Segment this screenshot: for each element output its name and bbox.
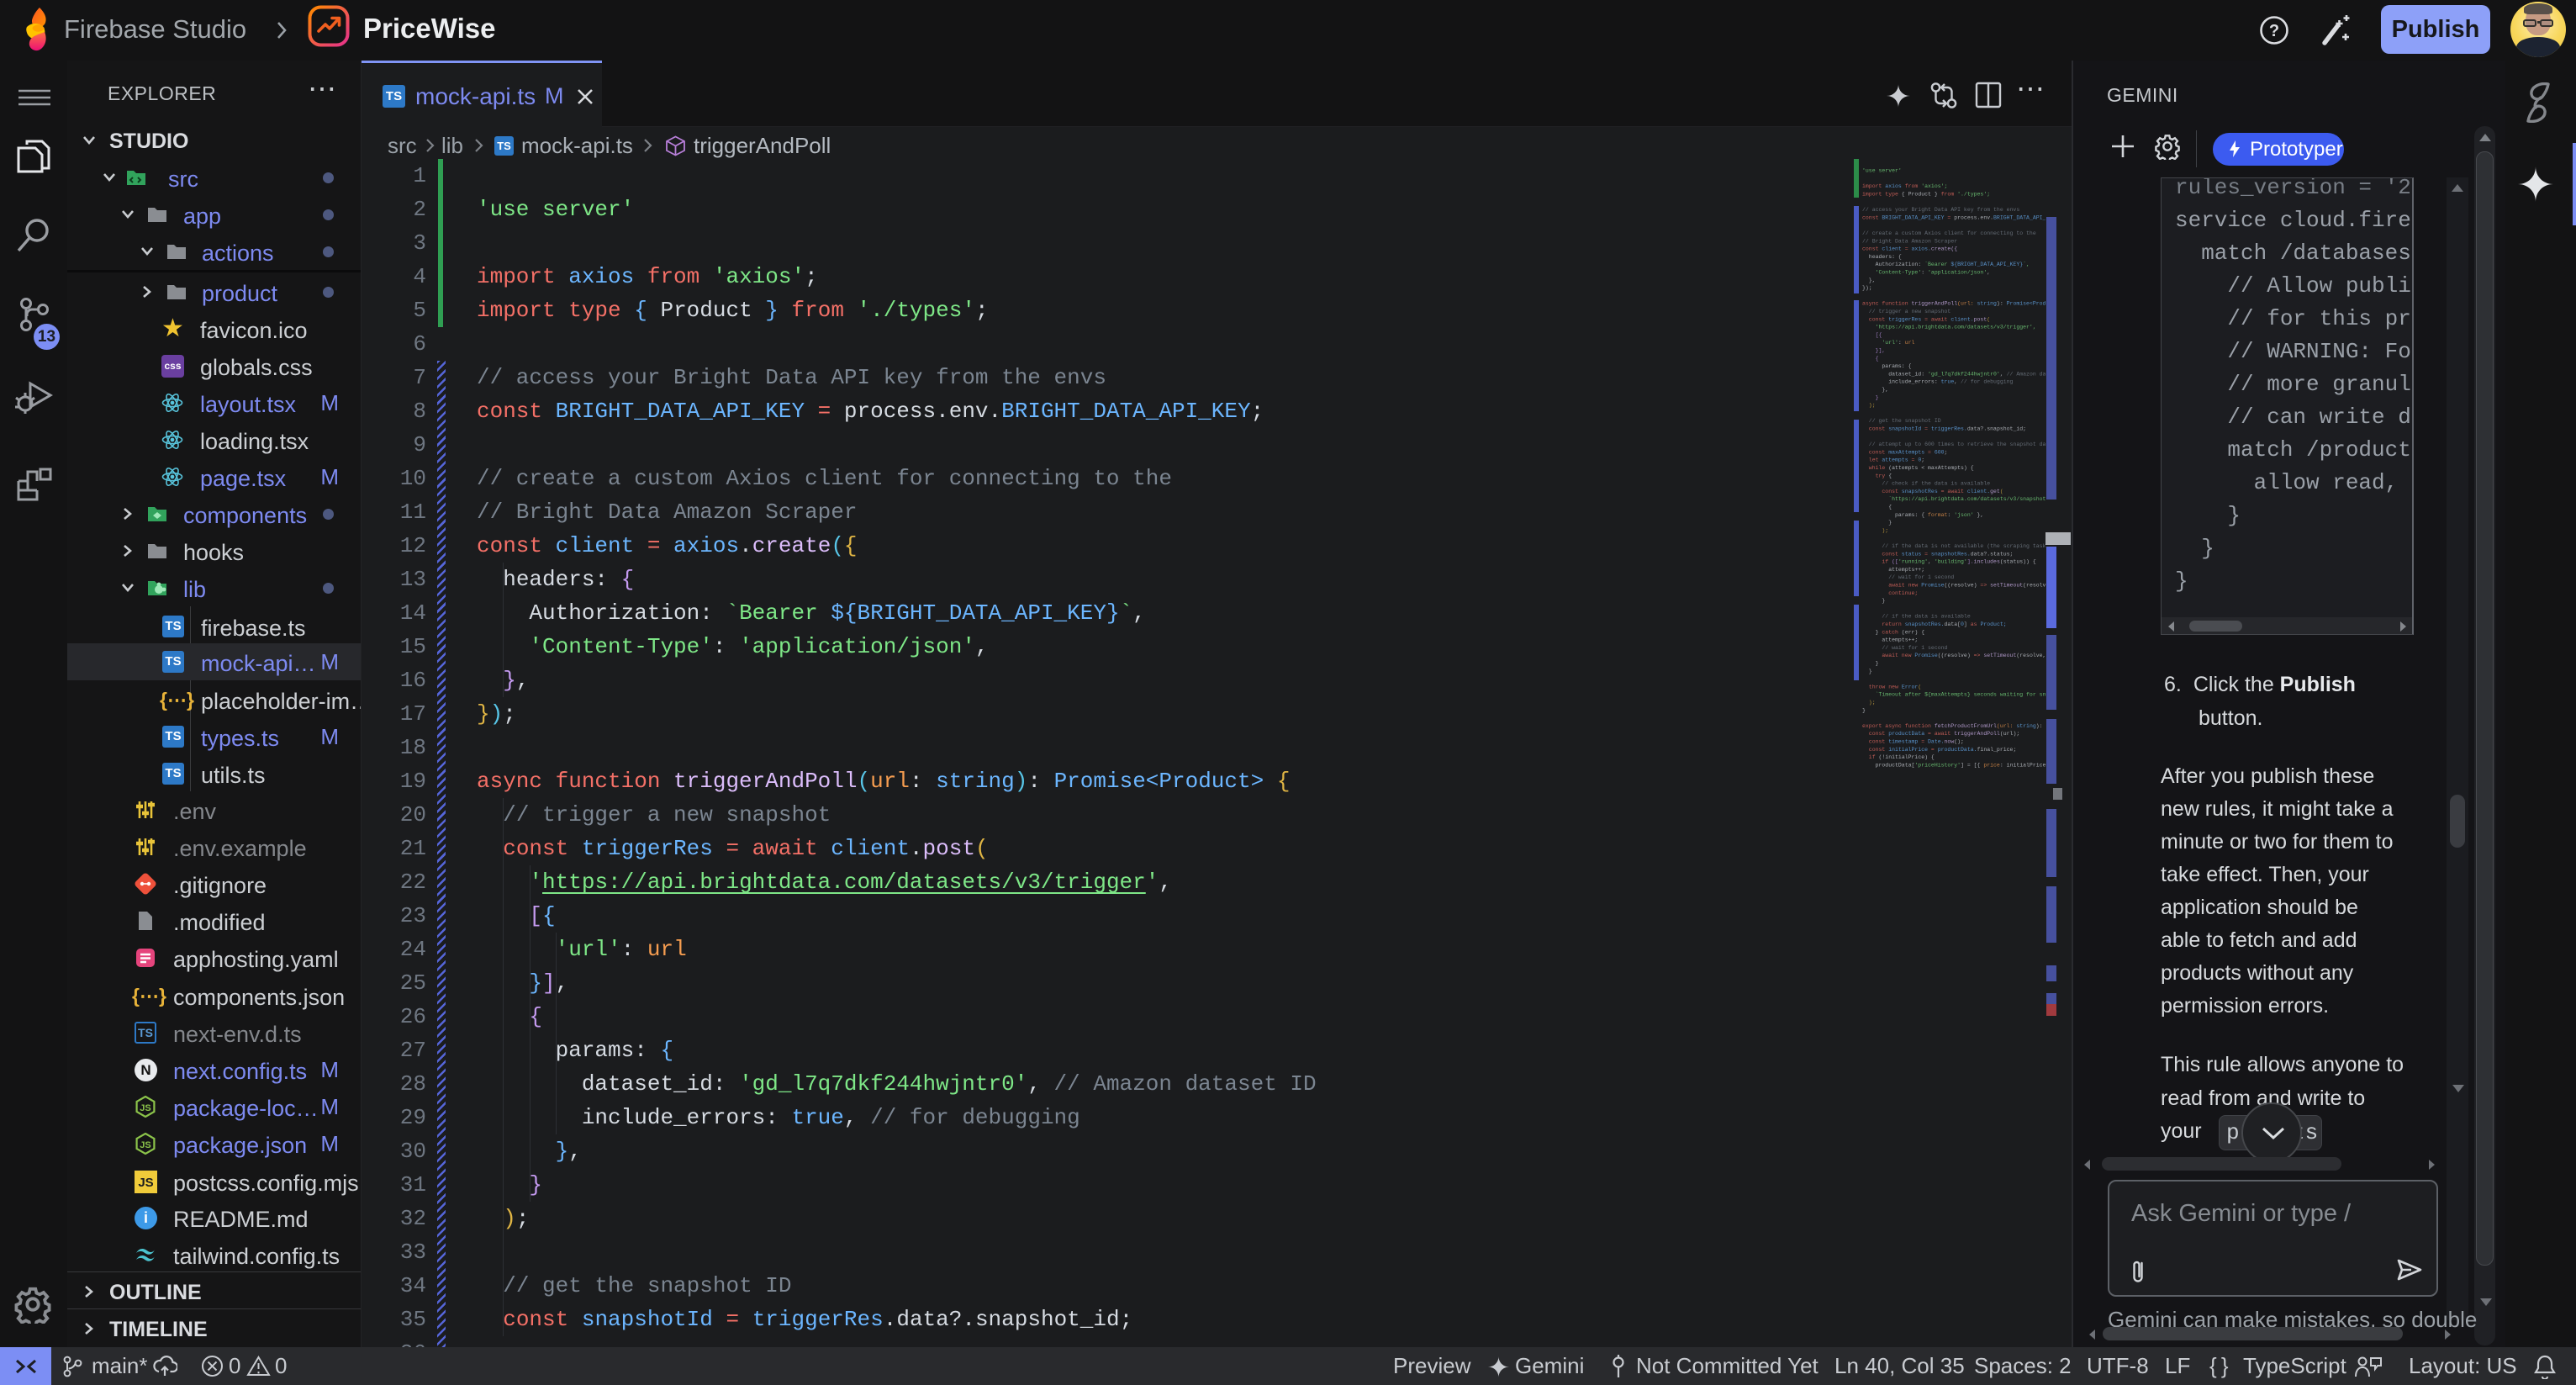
svg-text:JS: JS [140, 1103, 150, 1113]
svg-text:JS: JS [140, 1140, 150, 1150]
svg-text:?: ? [2269, 22, 2279, 40]
